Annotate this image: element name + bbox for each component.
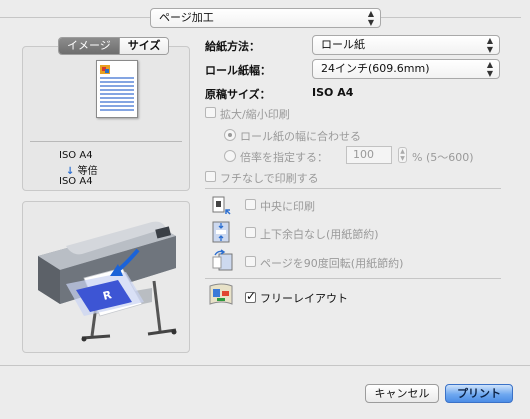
free-layout-icon	[208, 282, 236, 311]
doc-size-label: 原稿サイズ：	[205, 88, 271, 101]
settings-divider-2	[205, 278, 501, 279]
tab-image[interactable]: イメージ	[59, 38, 119, 54]
feed-method-label: 給紙方法：	[205, 40, 260, 53]
top-separator-left	[0, 17, 150, 18]
borderless-label: フチなしで印刷する	[220, 172, 319, 185]
rotate90-checkbox[interactable]	[245, 256, 256, 267]
popup-arrows-icon: ▲ ▼	[367, 9, 374, 27]
center-print-label: 中央に印刷	[260, 200, 315, 213]
fit-roll-radio[interactable]	[224, 129, 236, 141]
preview-output-size: ISO A4	[59, 176, 93, 187]
ratio-unit-label: % (5〜600)	[412, 151, 474, 164]
fit-roll-label: ロール紙の幅に合わせる	[240, 130, 361, 143]
rotate90-label: ページを90度回転(用紙節約)	[260, 257, 404, 270]
center-print-checkbox[interactable]	[245, 199, 256, 210]
no-margin-label: 上下余白なし(用紙節約)	[260, 228, 379, 241]
preview-orig-size: ISO A4	[59, 150, 93, 161]
feed-method-select[interactable]: ロール紙 ▲ ▼	[312, 35, 500, 55]
enlarge-reduce-checkbox[interactable]	[205, 107, 216, 118]
panel-select[interactable]: ページ加工 ▲ ▼	[150, 8, 381, 28]
free-layout-checkbox[interactable]	[245, 289, 256, 303]
specify-ratio-radio[interactable]	[224, 150, 236, 162]
roll-width-select[interactable]: 24インチ(609.6mm) ▲ ▼	[312, 59, 500, 79]
borderless-checkbox[interactable]	[205, 171, 216, 182]
panel-select-value: ページ加工	[159, 11, 214, 24]
cancel-button[interactable]: キャンセル	[365, 384, 439, 403]
no-margin-checkbox[interactable]	[245, 227, 256, 238]
center-print-icon	[212, 196, 232, 219]
roll-width-value: 24インチ(609.6mm)	[321, 62, 430, 75]
popup-arrows-icon: ▲ ▼	[486, 36, 493, 54]
tab-size[interactable]: サイズ	[118, 38, 169, 54]
preview-tabs[interactable]: イメージ サイズ	[58, 37, 170, 55]
footer-separator	[0, 365, 530, 366]
specify-ratio-label: 倍率を指定する：	[240, 151, 328, 164]
roll-width-label: ロール紙幅：	[205, 64, 271, 77]
doc-size-value: ISO A4	[312, 86, 354, 99]
feed-method-value: ロール紙	[321, 38, 365, 51]
free-layout-label: フリーレイアウト	[260, 292, 348, 305]
settings-divider-1	[205, 188, 501, 189]
print-button[interactable]: プリント	[445, 384, 513, 403]
popup-arrows-icon: ▲ ▼	[486, 60, 493, 78]
rotate-icon	[212, 249, 234, 274]
printer-illustration: R	[26, 206, 186, 351]
preview-ratio-row: ↓ 等倍	[66, 162, 98, 177]
ratio-input[interactable]: 100	[346, 146, 392, 164]
no-margin-icon	[212, 221, 232, 246]
page-thumbnail	[96, 60, 138, 118]
top-separator-right	[381, 17, 521, 18]
enlarge-reduce-label: 拡大/縮小印刷	[220, 108, 290, 121]
ratio-stepper[interactable]: ▲ ▼	[398, 147, 407, 163]
preview-divider	[30, 141, 182, 142]
